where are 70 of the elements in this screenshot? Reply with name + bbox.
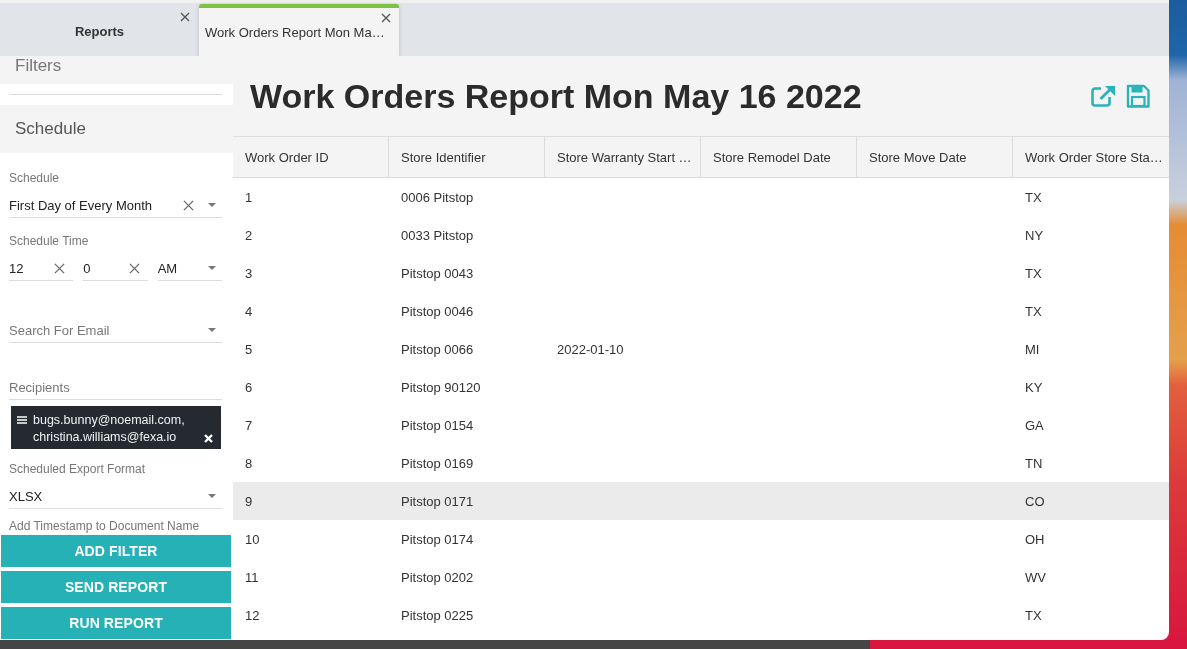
caret-icon[interactable] [208,328,216,332]
table-cell: Pitstop 0174 [401,531,474,547]
table-cell: TX [1025,607,1042,623]
caret-icon[interactable] [208,494,216,498]
table-cell: 2022-01-10 [557,341,624,357]
table-cell: OH [1025,531,1045,547]
table-cell: TX [1025,265,1042,281]
table-cell: 9 [245,493,253,509]
caret-icon[interactable] [208,266,216,270]
table-cell: Pitstop 0046 [401,303,474,319]
section-header: Schedule [0,105,233,153]
table-cell: GA [1025,417,1044,433]
clear-icon[interactable] [128,262,140,274]
table-cell: Pitstop 90120 [401,379,481,395]
table-cell: 8 [245,455,253,471]
table-cell: 0006 Pitstop [401,189,474,205]
menu-icon[interactable] [17,416,27,424]
input-field[interactable]: 0 [83,256,148,281]
column-header[interactable]: Store Identifier [389,137,545,177]
tab[interactable]: Reports [0,3,199,56]
field-label: Add Timestamp to Document Name [9,519,201,533]
table-cell: TX [1025,303,1042,319]
clear-icon[interactable] [54,262,66,274]
table-cell: TX [1025,189,1042,205]
recipients-field[interactable]: Recipients [9,375,222,400]
table-cell: 4 [245,303,253,319]
table-cell: Pitstop 0066 [401,341,474,357]
table-cell: Pitstop 0169 [401,455,474,471]
close-icon[interactable] [381,13,391,23]
table-cell: KY [1025,379,1043,395]
table-cell: WV [1025,569,1046,585]
report-title: Work Orders Report Mon May 16 2022 [250,76,863,116]
caret-icon[interactable] [208,203,216,207]
table-cell: 7 [245,417,253,433]
table-cell: NY [1025,227,1044,243]
table-cell: Pitstop 0043 [401,265,474,281]
table-cell: 2 [245,227,253,243]
column-header[interactable]: Store Warranty Start … [545,137,701,177]
table-cell: 6 [245,379,253,395]
table-cell: 1 [245,189,253,205]
column-header[interactable]: Store Remodel Date [701,137,857,177]
table-cell: 5 [245,341,253,357]
input-field[interactable]: 12 [9,256,74,281]
select-field[interactable]: AM [157,256,222,281]
select-field[interactable]: First Day of Every Month [9,193,222,218]
table-cell: 10 [245,531,260,547]
field-label: Scheduled Export Format [9,462,147,476]
table-cell: Pitstop 0171 [401,493,474,509]
table-cell: Pitstop 0202 [401,569,474,585]
table-cell: TN [1025,455,1043,471]
table-cell: 11 [245,569,259,585]
table-cell: CO [1025,493,1045,509]
column-header[interactable]: Store Move Date [857,137,1013,177]
table-cell: Pitstop 0154 [401,417,474,433]
field-label: Schedule [9,171,61,185]
highlighted-row[interactable]: 9 Pitstop 0171 CO [233,482,1169,520]
column-header[interactable]: Work Order ID [233,137,389,177]
column-header[interactable]: Work Order Store Sta… [1013,137,1169,177]
clear-icon[interactable] [183,199,194,211]
select-field[interactable]: XLSX [9,484,222,509]
table-cell: 0033 Pitstop [401,227,474,243]
table-cell: Pitstop 0225 [401,607,474,623]
section-header: Filters [0,56,233,84]
table-cell: MI [1025,341,1040,357]
recipient-emails: bugs.bunny@noemail.com, christina.williams@fexa.io [33,412,186,446]
field-label: Schedule Time [9,234,90,248]
table-cell: 3 [245,265,253,281]
table-cell: 12 [245,607,260,623]
tab[interactable]: Work Orders Report Mon Ma… [199,4,399,56]
email-search-field[interactable]: Search For Email [9,318,222,343]
